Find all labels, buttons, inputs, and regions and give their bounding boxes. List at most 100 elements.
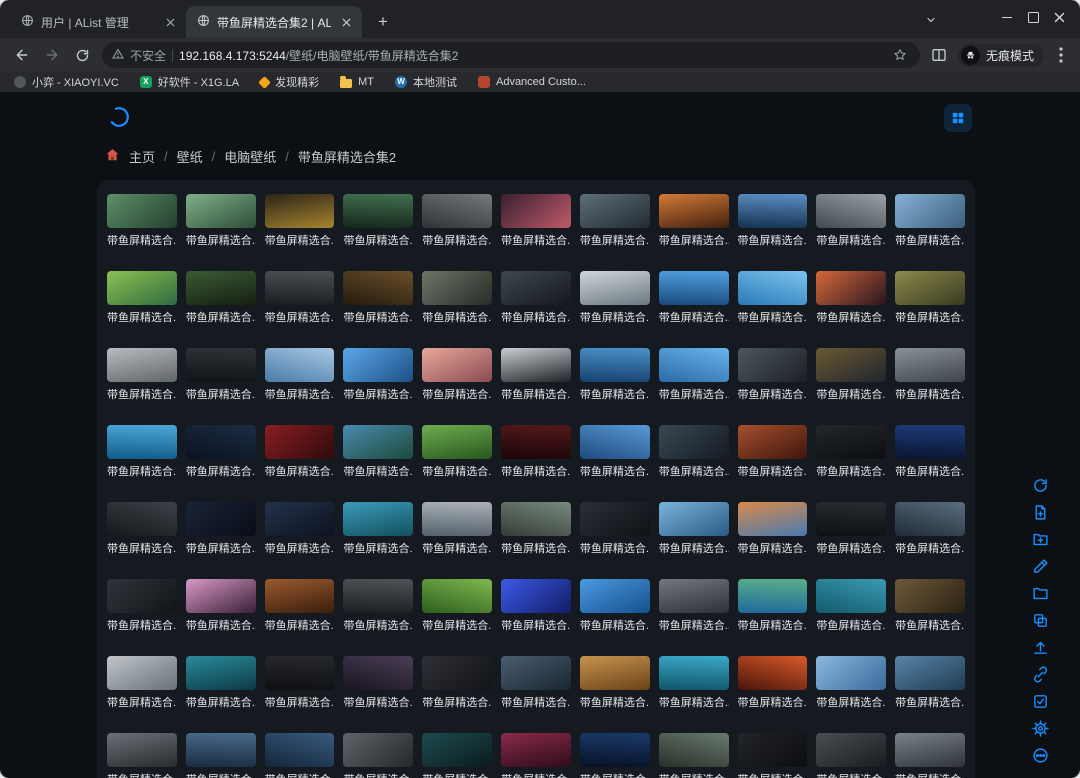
file-item[interactable]: 带鱼屏精选合... [186,348,256,403]
file-item[interactable]: 带鱼屏精选合... [422,271,492,326]
bookmark-item[interactable]: MT [340,76,374,88]
breadcrumb-item[interactable]: 主页 [129,147,155,166]
file-item[interactable]: 带鱼屏精选合... [343,733,413,778]
file-item[interactable]: 带鱼屏精选合... [580,656,650,711]
file-item[interactable]: 带鱼屏精选合... [816,656,886,711]
file-item[interactable]: 带鱼屏精选合... [186,502,256,557]
file-item[interactable]: 带鱼屏精选合... [107,348,177,403]
bookmark-item[interactable]: 小弈 - XIAOYI.VC [14,74,119,90]
file-item[interactable]: 带鱼屏精选合... [501,425,571,480]
bookmark-item[interactable]: X好软件 - X1G.LA [140,74,239,90]
file-item[interactable]: 带鱼屏精选合... [738,733,808,778]
file-item[interactable]: 带鱼屏精选合... [738,271,808,326]
rename-button[interactable] [1031,557,1050,576]
tab-close-icon[interactable] [338,14,354,30]
file-item[interactable]: 带鱼屏精选合... [501,579,571,634]
file-item[interactable]: 带鱼屏精选合... [895,348,965,403]
file-item[interactable]: 带鱼屏精选合... [501,656,571,711]
file-item[interactable]: 带鱼屏精选合... [422,579,492,634]
file-item[interactable]: 带鱼屏精选合... [895,656,965,711]
reload-button[interactable] [68,41,96,69]
file-item[interactable]: 带鱼屏精选合... [738,579,808,634]
file-item[interactable]: 带鱼屏精选合... [895,502,965,557]
file-item[interactable]: 带鱼屏精选合... [895,271,965,326]
file-item[interactable]: 带鱼屏精选合... [659,579,729,634]
file-item[interactable]: 带鱼屏精选合... [816,579,886,634]
file-item[interactable]: 带鱼屏精选合... [659,733,729,778]
file-item[interactable]: 带鱼屏精选合... [107,502,177,557]
bookmark-item[interactable]: 发现精彩 [260,74,319,90]
refresh-button[interactable] [1031,476,1050,495]
file-item[interactable]: 带鱼屏精选合... [343,271,413,326]
file-item[interactable]: 带鱼屏精选合... [186,733,256,778]
file-item[interactable]: 带鱼屏精选合... [580,348,650,403]
file-item[interactable]: 带鱼屏精选合... [265,733,335,778]
file-item[interactable]: 带鱼屏精选合... [265,425,335,480]
tab-search-chevron-icon[interactable] [922,11,940,29]
file-item[interactable]: 带鱼屏精选合... [659,502,729,557]
copy-button[interactable] [1031,611,1050,630]
file-item[interactable]: 带鱼屏精选合... [659,271,729,326]
file-item[interactable]: 带鱼屏精选合... [422,733,492,778]
file-item[interactable]: 带鱼屏精选合... [895,194,965,249]
file-item[interactable]: 带鱼屏精选合... [422,502,492,557]
tab-wallpaper-collection[interactable]: 带鱼屏精选合集2 | AList [186,6,362,38]
file-item[interactable]: 带鱼屏精选合... [186,194,256,249]
file-item[interactable]: 带鱼屏精选合... [422,194,492,249]
file-item[interactable]: 带鱼屏精选合... [422,656,492,711]
file-item[interactable]: 带鱼屏精选合... [265,656,335,711]
link-button[interactable] [1031,665,1050,684]
file-item[interactable]: 带鱼屏精选合... [816,425,886,480]
folder-button[interactable] [1031,584,1050,603]
maximize-button[interactable] [1020,4,1046,30]
file-item[interactable]: 带鱼屏精选合... [501,502,571,557]
file-item[interactable]: 带鱼屏精选合... [816,348,886,403]
file-item[interactable]: 带鱼屏精选合... [186,656,256,711]
file-item[interactable]: 带鱼屏精选合... [659,348,729,403]
more-button[interactable] [1031,746,1050,765]
select-button[interactable] [1031,692,1050,711]
bookmark-item[interactable]: Advanced Custo... [478,76,586,88]
new-tab-button[interactable]: + [370,9,396,35]
layout-toggle-button[interactable] [944,104,972,132]
back-button[interactable] [8,41,36,69]
file-item[interactable]: 带鱼屏精选合... [501,271,571,326]
tab-close-icon[interactable] [162,14,178,30]
bookmark-star-icon[interactable] [890,45,910,65]
file-item[interactable]: 带鱼屏精选合... [816,271,886,326]
file-item[interactable]: 带鱼屏精选合... [265,502,335,557]
file-item[interactable]: 带鱼屏精选合... [816,502,886,557]
upload-button[interactable] [1031,638,1050,657]
file-item[interactable]: 带鱼屏精选合... [107,656,177,711]
settings-button[interactable] [1031,719,1050,738]
file-item[interactable]: 带鱼屏精选合... [738,656,808,711]
split-view-icon[interactable] [926,42,952,68]
file-item[interactable]: 带鱼屏精选合... [580,271,650,326]
file-item[interactable]: 带鱼屏精选合... [895,425,965,480]
bookmark-item[interactable]: W本地测试 [395,74,457,90]
file-item[interactable]: 带鱼屏精选合... [659,656,729,711]
file-item[interactable]: 带鱼屏精选合... [107,194,177,249]
file-item[interactable]: 带鱼屏精选合... [186,425,256,480]
file-item[interactable]: 带鱼屏精选合... [816,194,886,249]
file-item[interactable]: 带鱼屏精选合... [343,194,413,249]
forward-button[interactable] [38,41,66,69]
file-item[interactable]: 带鱼屏精选合... [659,194,729,249]
file-item[interactable]: 带鱼屏精选合... [107,733,177,778]
file-item[interactable]: 带鱼屏精选合... [343,656,413,711]
file-item[interactable]: 带鱼屏精选合... [501,194,571,249]
file-item[interactable]: 带鱼屏精选合... [107,579,177,634]
file-item[interactable]: 带鱼屏精选合... [580,733,650,778]
tab-alist-admin[interactable]: 用户 | AList 管理 [10,6,186,38]
file-item[interactable]: 带鱼屏精选合... [895,733,965,778]
file-item[interactable]: 带鱼屏精选合... [580,502,650,557]
file-item[interactable]: 带鱼屏精选合... [265,348,335,403]
file-item[interactable]: 带鱼屏精选合... [422,348,492,403]
address-bar[interactable]: 不安全 192.168.4.173:5244/壁纸/电脑壁纸/带鱼屏精选合集2 [102,42,920,68]
breadcrumb-item[interactable]: 电脑壁纸 [224,147,276,166]
file-item[interactable]: 带鱼屏精选合... [186,271,256,326]
file-item[interactable]: 带鱼屏精选合... [343,579,413,634]
file-item[interactable]: 带鱼屏精选合... [816,733,886,778]
file-item[interactable]: 带鱼屏精选合... [580,194,650,249]
file-item[interactable]: 带鱼屏精选合... [659,425,729,480]
